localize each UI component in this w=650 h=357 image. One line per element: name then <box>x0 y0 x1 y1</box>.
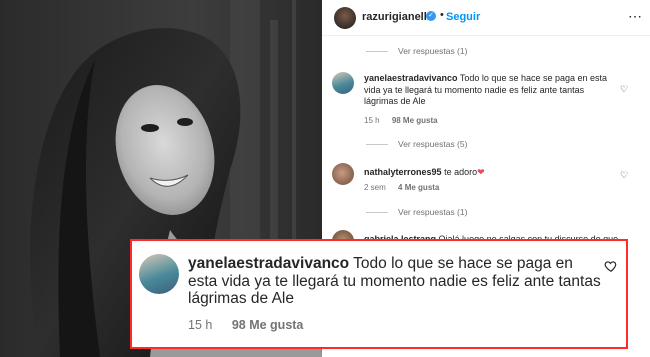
view-replies-label: Ver respuestas (5) <box>398 139 468 149</box>
post-header: razurigianella ✓ • Seguir ⋯ <box>322 0 650 36</box>
comment-time: 15 h <box>188 318 213 332</box>
like-heart-icon[interactable]: ♡ <box>620 170 628 181</box>
comment-meta: 2 sem 4 Me gusta <box>364 183 449 192</box>
commenter-avatar[interactable] <box>332 72 354 94</box>
comment-meta: 15 h 98 Me gusta <box>364 116 448 125</box>
comment-text: te adoro <box>444 167 478 177</box>
commenter-avatar[interactable] <box>139 254 179 294</box>
comment-likes[interactable]: 98 Me gusta <box>232 318 304 332</box>
comment-meta: 15 h 98 Me gusta <box>188 318 303 332</box>
comment-body: yanelaestradavivanco Todo lo que se hace… <box>364 73 614 108</box>
comment-body: yanelaestradavivanco Todo lo que se hace… <box>188 255 604 308</box>
verified-badge-icon: ✓ <box>426 11 436 21</box>
replies-divider-line <box>366 50 388 52</box>
comment-body: nathalyterrones95 te adoro❤ <box>364 167 614 179</box>
author-avatar[interactable] <box>334 7 356 29</box>
like-heart-icon[interactable] <box>604 259 618 273</box>
red-heart-emoji-icon: ❤ <box>477 167 485 177</box>
follow-button[interactable]: Seguir <box>446 11 480 23</box>
comment-likes[interactable]: 4 Me gusta <box>398 183 439 192</box>
comment-username[interactable]: yanelaestradavivanco <box>364 73 458 83</box>
comment-time: 2 sem <box>364 183 386 192</box>
more-horizontal-icon[interactable]: ⋯ <box>628 8 643 25</box>
highlighted-comment: yanelaestradavivanco Todo lo que se hace… <box>130 239 628 349</box>
dot-separator: • <box>440 9 444 21</box>
replies-divider-line <box>366 143 388 145</box>
comment-likes[interactable]: 98 Me gusta <box>392 116 438 125</box>
view-replies-label: Ver respuestas (1) <box>398 46 468 56</box>
view-replies-button[interactable]: Ver respuestas (1) <box>366 207 467 217</box>
commenter-avatar[interactable] <box>332 163 354 185</box>
replies-divider-line <box>366 211 388 213</box>
comment-time: 15 h <box>364 116 380 125</box>
like-heart-icon[interactable]: ♡ <box>620 84 628 95</box>
comment-username[interactable]: nathalyterrones95 <box>364 167 442 177</box>
comment-username[interactable]: yanelaestradavivanco <box>188 255 349 272</box>
view-replies-button[interactable]: Ver respuestas (1) <box>366 46 467 56</box>
view-replies-button[interactable]: Ver respuestas (5) <box>366 139 467 149</box>
view-replies-label: Ver respuestas (1) <box>398 207 468 217</box>
author-username[interactable]: razurigianella <box>362 11 433 23</box>
